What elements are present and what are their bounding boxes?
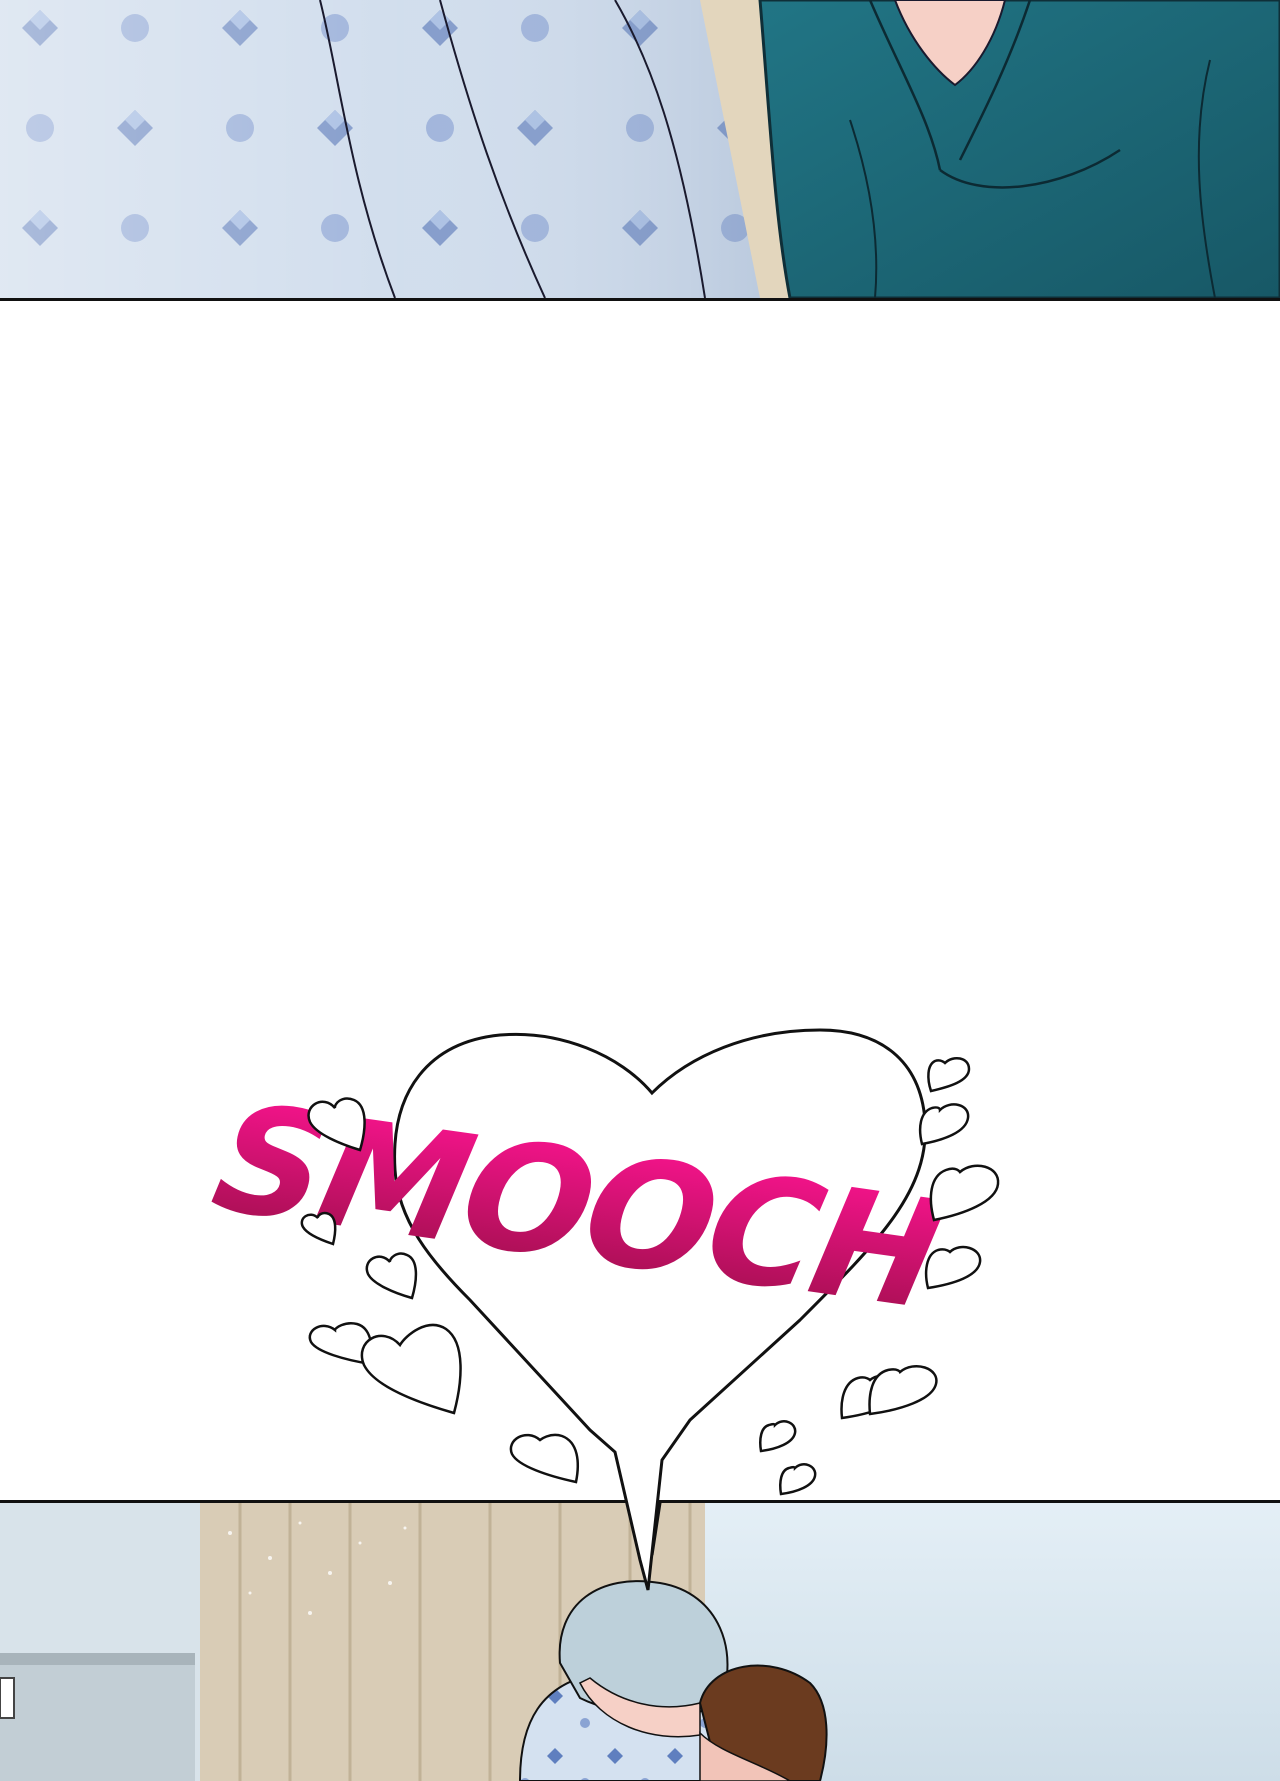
top-panel-art (0, 0, 1280, 298)
teal-jacket (758, 0, 1280, 298)
panel-gutter (0, 301, 1280, 1500)
bottom-panel-art (0, 1503, 1280, 1781)
top-panel (0, 0, 1280, 301)
bottom-panel (0, 1500, 1280, 1781)
